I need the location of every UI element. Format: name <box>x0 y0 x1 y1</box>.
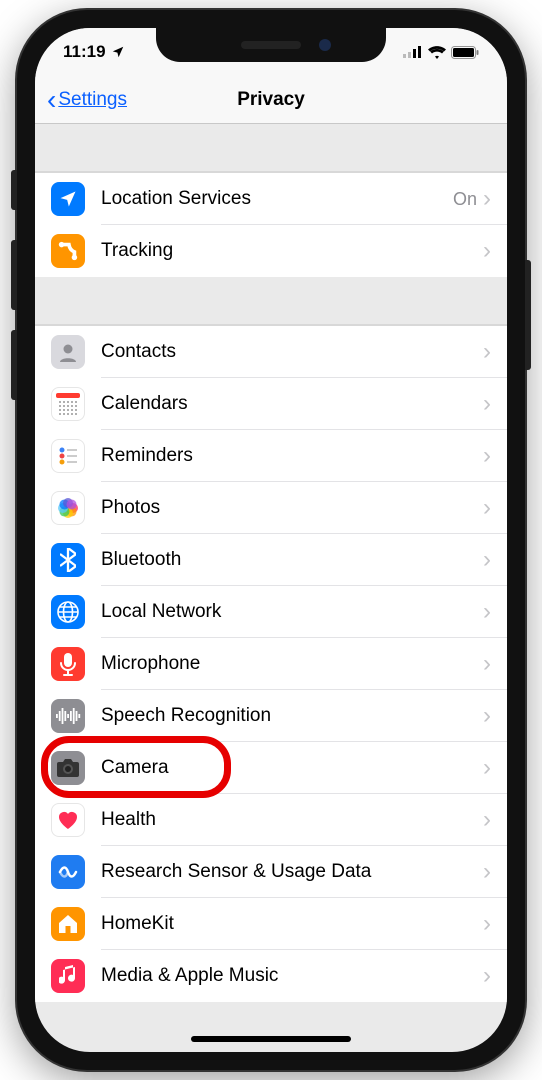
row-label: Speech Recognition <box>101 705 483 727</box>
settings-section: Location ServicesOn›Tracking› <box>35 172 507 277</box>
settings-row-microphone[interactable]: Microphone› <box>35 638 507 690</box>
row-label: Local Network <box>101 601 483 623</box>
row-label: HomeKit <box>101 913 483 935</box>
settings-row-photos[interactable]: Photos› <box>35 482 507 534</box>
contacts-icon <box>51 335 85 369</box>
phone-frame: 11:19 <box>17 10 525 1070</box>
settings-row-calendars[interactable]: Calendars› <box>35 378 507 430</box>
settings-row-health[interactable]: Health› <box>35 794 507 846</box>
cellular-signal-icon <box>403 46 423 58</box>
row-label: Bluetooth <box>101 549 483 571</box>
globe-icon <box>51 595 85 629</box>
settings-row-media-music[interactable]: Media & Apple Music› <box>35 950 507 1002</box>
settings-row-speech-recognition[interactable]: Speech Recognition› <box>35 690 507 742</box>
music-icon <box>51 959 85 993</box>
row-label: Camera <box>101 757 483 779</box>
location-arrow-icon <box>111 45 125 59</box>
settings-row-camera[interactable]: Camera› <box>35 742 507 794</box>
row-detail: On <box>453 189 477 210</box>
camera-icon <box>51 751 85 785</box>
settings-row-reminders[interactable]: Reminders› <box>35 430 507 482</box>
row-label: Tracking <box>101 240 483 262</box>
mic-icon <box>51 647 85 681</box>
settings-row-location-services[interactable]: Location ServicesOn › <box>35 173 507 225</box>
settings-row-homekit[interactable]: HomeKit› <box>35 898 507 950</box>
chevron-right-icon: › <box>483 962 507 990</box>
row-label: Media & Apple Music <box>101 965 483 987</box>
home-indicator[interactable] <box>191 1036 351 1042</box>
mute-switch <box>11 170 17 210</box>
home-icon <box>51 907 85 941</box>
settings-list-container: Location ServicesOn›Tracking›Contacts›Ca… <box>35 124 507 1002</box>
calendar-icon <box>51 387 85 421</box>
chevron-right-icon: › <box>483 494 507 522</box>
volume-down-button <box>11 330 17 400</box>
back-label: Settings <box>58 89 127 111</box>
chevron-right-icon: › <box>483 237 507 265</box>
screen: 11:19 <box>35 28 507 1052</box>
reminders-icon <box>51 439 85 473</box>
section-gap <box>35 124 507 172</box>
chevron-right-icon: › <box>483 910 507 938</box>
settings-row-bluetooth[interactable]: Bluetooth› <box>35 534 507 586</box>
volume-up-button <box>11 240 17 310</box>
settings-row-local-network[interactable]: Local Network› <box>35 586 507 638</box>
chevron-right-icon: › <box>483 702 507 730</box>
chevron-right-icon: › <box>483 546 507 574</box>
row-label: Research Sensor & Usage Data <box>101 861 483 883</box>
tracking-icon <box>51 234 85 268</box>
power-button <box>525 260 531 370</box>
bluetooth-icon <box>51 543 85 577</box>
nav-bar: ‹ Settings Privacy <box>35 76 507 124</box>
row-label: Reminders <box>101 445 483 467</box>
chevron-right-icon: › <box>483 754 507 782</box>
row-label: Calendars <box>101 393 483 415</box>
waveform-icon <box>51 699 85 733</box>
chevron-right-icon: › <box>483 598 507 626</box>
chevron-right-icon: › <box>483 338 507 366</box>
chevron-right-icon: › <box>483 442 507 470</box>
back-button[interactable]: ‹ Settings <box>47 86 127 114</box>
chevron-right-icon: › <box>483 650 507 678</box>
settings-row-tracking[interactable]: Tracking› <box>35 225 507 277</box>
location-arrow-icon <box>51 182 85 216</box>
notch <box>156 28 386 62</box>
research-icon <box>51 855 85 889</box>
chevron-left-icon: ‹ <box>47 86 56 114</box>
row-label: Contacts <box>101 341 483 363</box>
settings-section: Contacts›Calendars›Reminders›Photos›Blue… <box>35 325 507 1002</box>
section-gap <box>35 277 507 325</box>
heart-icon <box>51 803 85 837</box>
settings-row-contacts[interactable]: Contacts› <box>35 326 507 378</box>
photos-icon <box>51 491 85 525</box>
row-label: Photos <box>101 497 483 519</box>
chevron-right-icon: › <box>483 390 507 418</box>
status-time: 11:19 <box>63 42 106 62</box>
wifi-icon <box>428 46 446 59</box>
settings-row-research[interactable]: Research Sensor & Usage Data› <box>35 846 507 898</box>
chevron-right-icon: › <box>483 806 507 834</box>
chevron-right-icon: › <box>483 858 507 886</box>
row-label: Health <box>101 809 483 831</box>
row-label: Location Services <box>101 188 453 210</box>
battery-icon <box>451 46 479 59</box>
chevron-right-icon: › <box>483 185 507 213</box>
page-title: Privacy <box>237 89 305 111</box>
row-label: Microphone <box>101 653 483 675</box>
